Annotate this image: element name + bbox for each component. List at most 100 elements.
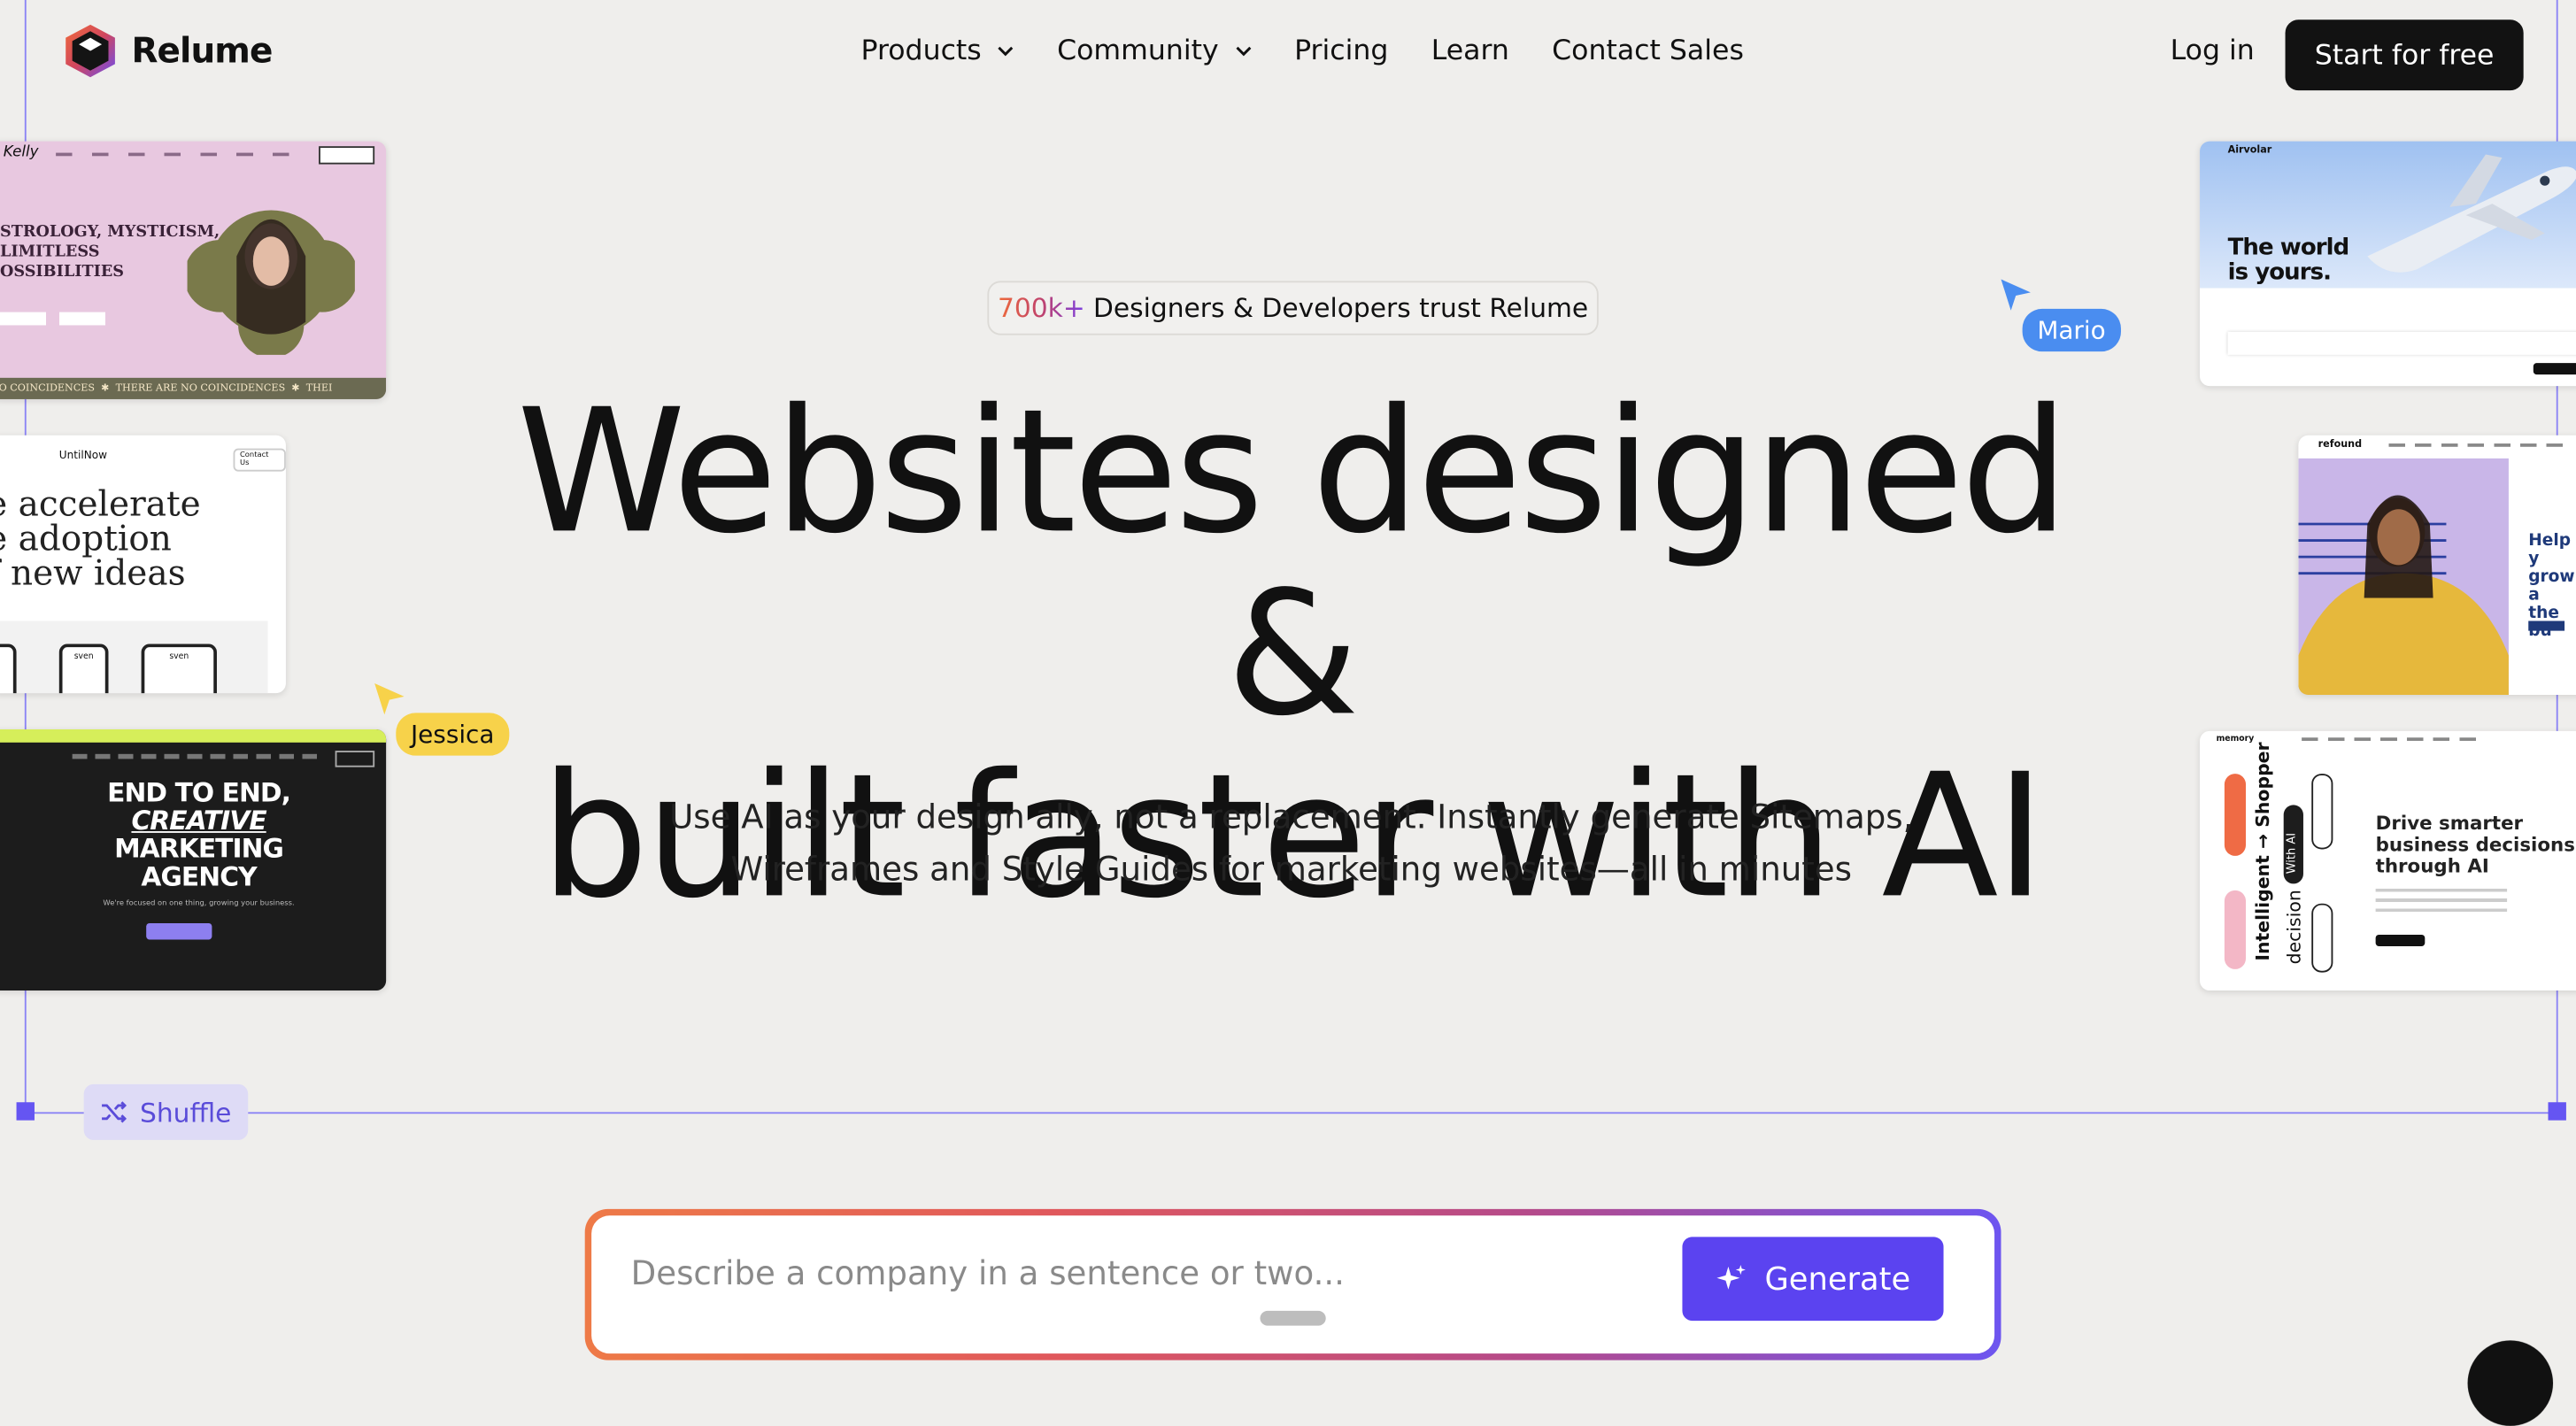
preview-card-refound[interactable]: refound Help y grow a the bu [2298, 435, 2576, 696]
phone-mockup: sven [58, 644, 109, 694]
memory-vertical-text-2: decision [2284, 890, 2305, 964]
untilnow-heading: e accelerate e adoption f new ideas [0, 484, 201, 593]
nav-products-label: Products [860, 34, 982, 68]
agency-nav-button [335, 751, 375, 767]
memory-heading-line: business decisions [2375, 832, 2575, 856]
nav-pricing[interactable]: Pricing [1294, 35, 1388, 67]
preview-card-memory[interactable]: memory Intelligent → Shopper decision Wi… [2200, 730, 2576, 991]
agency-heading-line: MARKETING [114, 832, 284, 865]
agency-heading-line: AGENCY [141, 860, 257, 892]
untilnow-heading-line: e adoption [0, 519, 172, 559]
airvolar-search-button [2533, 363, 2576, 375]
subheadline-line-1: Use AI as your design ally, not a replac… [669, 797, 1914, 836]
preview-card-agency[interactable]: END TO END, CREATIVE MARKETING AGENCY We… [0, 728, 387, 991]
airvolar-heading: The world is yours. [2227, 235, 2350, 286]
memory-pill-outline [2311, 903, 2333, 973]
shuffle-icon [102, 1101, 127, 1123]
refound-heading-line: grow a [2528, 568, 2575, 605]
phone-mockup: sven [141, 644, 217, 694]
nav-products[interactable]: Products [860, 35, 1014, 67]
frame-resize-handle-right[interactable] [2548, 1102, 2566, 1121]
trust-badge: 700k+ Designers & Developers trust Relum… [987, 281, 1599, 335]
chevron-down-icon [1236, 46, 1252, 57]
untilnow-heading-line: f new ideas [0, 553, 186, 593]
memory-checklist [2375, 888, 2508, 919]
memory-word: Shopper [2252, 742, 2274, 828]
memory-cta-button [2375, 934, 2426, 946]
prompt-box: Generate [584, 1208, 2001, 1360]
nav-contact-sales[interactable]: Contact Sales [1552, 35, 1744, 67]
prompt-box-inner: Generate [591, 1215, 1995, 1354]
cursor-tag-mario: Mario [2022, 308, 2121, 352]
untilnow-phones-panel: sven sven [0, 621, 268, 694]
main-nav: Products Community Pricing Learn Contact… [860, 35, 1743, 67]
astrology-nav-bar [56, 152, 295, 157]
memory-heading-line: Drive smarter [2375, 811, 2524, 835]
preview-card-untilnow[interactable]: UntilNow Contact Us e accelerate e adopt… [0, 435, 286, 694]
trust-text: Designers & Developers trust Relume [1093, 292, 1589, 324]
memory-pill-orange [2224, 774, 2247, 856]
memory-word: Intelligent [2252, 855, 2274, 961]
memory-pill-pink [2224, 890, 2247, 969]
start-for-free-button[interactable]: Start for free [2285, 19, 2524, 91]
relume-logo[interactable]: Relume [63, 23, 273, 79]
memory-heading: Drive smarter business decisions through… [2376, 813, 2575, 877]
agency-heading: END TO END, CREATIVE MARKETING AGENCY [27, 779, 372, 890]
airplane-image [2367, 154, 2576, 273]
chevron-down-icon [999, 46, 1014, 57]
memory-nav-bar [2302, 737, 2483, 741]
memory-word: With AI [2285, 832, 2299, 875]
astrology-portrait-image [187, 210, 355, 355]
phone-mockup [0, 644, 17, 694]
hero-subheadline: Use AI as your design ally, not a replac… [614, 790, 1968, 896]
refound-heading-line: Help y [2528, 532, 2572, 569]
phone-label: sven [169, 651, 189, 662]
agency-tagline: We're focused on one thing, growing your… [103, 899, 295, 909]
nav-learn[interactable]: Learn [1431, 35, 1509, 67]
agency-announcement-bar [0, 728, 387, 743]
agency-nav-bar [72, 753, 320, 759]
chat-widget-button[interactable] [2467, 1340, 2554, 1426]
memory-heading-line: through AI [2375, 854, 2489, 877]
astrology-ticker: NO COINCIDENCES ✱ THERE ARE NO COINCIDEN… [0, 377, 387, 399]
refound-logo: refound [2318, 438, 2363, 451]
airvolar-logo: Airvolar [2227, 144, 2272, 157]
mario-cursor-icon [2001, 279, 2031, 311]
brand-name: Relume [131, 31, 273, 71]
shuffle-label: Shuffle [139, 1096, 232, 1129]
login-link[interactable]: Log in [2171, 35, 2255, 67]
subheadline-line-2: Wireframes and Style Guides for marketin… [730, 849, 1853, 889]
frame-border-bottom [24, 1112, 2558, 1114]
ticker-item: THEI [305, 382, 333, 395]
headline-line-1: Websites designed & [516, 371, 2070, 754]
frame-resize-handle-left[interactable] [16, 1102, 35, 1121]
agency-heading-line: END TO END, [107, 776, 291, 809]
untilnow-heading-line: e accelerate [0, 484, 201, 525]
astrology-cta-buttons [0, 312, 109, 326]
nav-community-label: Community [1057, 34, 1219, 68]
resize-grip[interactable] [1260, 1310, 1326, 1326]
memory-pill-outline [2311, 774, 2333, 850]
untilnow-logo: UntilNow [58, 448, 108, 462]
memory-pill-dark: With AI [2283, 805, 2303, 884]
preview-card-astrology[interactable]: Kelly STROLOGY, MYSTICISM, LIMITLESS OSS… [0, 141, 387, 399]
nav-contact-sales-label: Contact Sales [1552, 34, 1744, 68]
nav-learn-label: Learn [1431, 34, 1509, 68]
shuffle-button[interactable]: Shuffle [83, 1083, 249, 1140]
nav-pricing-label: Pricing [1294, 34, 1389, 68]
airvolar-search-bar [2227, 331, 2576, 355]
generate-button[interactable]: Generate [1682, 1237, 1944, 1322]
ticker-item: THERE ARE NO COINCIDENCES [115, 382, 286, 395]
agency-cta-button [146, 922, 212, 940]
refound-portrait-image [2298, 458, 2509, 696]
memory-word: decision [2283, 890, 2305, 965]
memory-logo: memory [2216, 734, 2255, 744]
airvolar-heading-line: The world [2227, 235, 2350, 262]
refound-nav-bar [2388, 443, 2570, 447]
nav-community[interactable]: Community [1057, 35, 1252, 67]
jessica-cursor-icon [374, 683, 405, 715]
refound-cta-button [2528, 621, 2565, 631]
company-description-input[interactable] [627, 1252, 1620, 1295]
preview-card-airvolar[interactable]: Airvolar The world is yours. [2200, 141, 2576, 387]
memory-vertical-text: Intelligent → Shopper [2252, 742, 2274, 961]
